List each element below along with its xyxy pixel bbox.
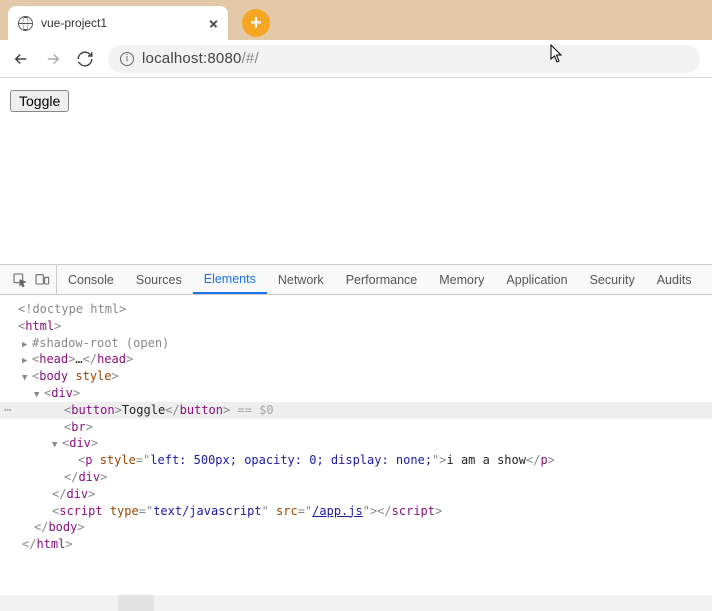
- address-bar[interactable]: i localhost:8080/#/: [108, 45, 700, 73]
- devtools-tab-performance[interactable]: Performance: [335, 265, 429, 294]
- devtools-bottom-strip: [0, 595, 712, 611]
- page-viewport: Toggle: [0, 78, 712, 258]
- forward-button[interactable]: [44, 50, 62, 68]
- browser-tab[interactable]: vue-project1: [8, 6, 228, 40]
- device-toolbar-icon[interactable]: [34, 272, 50, 288]
- dom-body-close[interactable]: </body>: [0, 519, 712, 536]
- dom-br[interactable]: <br>: [0, 419, 712, 436]
- dom-html-open: <html>: [0, 318, 712, 335]
- site-info-icon[interactable]: i: [120, 52, 134, 66]
- globe-icon: [18, 16, 33, 31]
- inspect-element-icon[interactable]: [12, 272, 28, 288]
- close-tab-icon[interactable]: [209, 19, 218, 28]
- devtools-tab-network[interactable]: Network: [267, 265, 335, 294]
- dom-div-close-2[interactable]: </div>: [0, 469, 712, 486]
- dom-div-open-2[interactable]: ▼<div>: [0, 435, 712, 452]
- reload-button[interactable]: [76, 50, 94, 68]
- back-button[interactable]: [12, 50, 30, 68]
- devtools-tabs: ConsoleSourcesElementsNetworkPerformance…: [0, 265, 712, 295]
- devtools-tab-memory[interactable]: Memory: [428, 265, 495, 294]
- devtools-tab-sources[interactable]: Sources: [125, 265, 193, 294]
- dom-selected-button[interactable]: ⋯<button>Toggle</button> == $0: [0, 402, 712, 419]
- dom-script[interactable]: <script type="text/javascript" src="/app…: [0, 503, 712, 520]
- devtools-tab-security[interactable]: Security: [579, 265, 646, 294]
- url-text: localhost:8080/#/: [142, 50, 259, 67]
- dom-gutter-dots: ⋯: [0, 402, 12, 419]
- url-host: localhost:8080: [142, 50, 242, 67]
- dom-div-open-1[interactable]: ▼<div>: [0, 385, 712, 402]
- devtools-bottom-chip: [118, 595, 154, 611]
- dom-head[interactable]: ▶<head>…</head>: [0, 351, 712, 368]
- dom-shadow-root[interactable]: ▶#shadow-root (open): [0, 335, 712, 352]
- devtools-tab-audits[interactable]: Audits: [646, 265, 703, 294]
- toggle-button[interactable]: Toggle: [10, 90, 69, 112]
- devtools-tab-elements[interactable]: Elements: [193, 265, 267, 294]
- dom-doctype: <!doctype html>: [0, 301, 712, 318]
- dom-div-close-1[interactable]: </div>: [0, 486, 712, 503]
- elements-dom-tree[interactable]: <!doctype html> <html> ▶#shadow-root (op…: [0, 295, 712, 559]
- tab-title: vue-project1: [41, 16, 201, 30]
- devtools-panel: ConsoleSourcesElementsNetworkPerformance…: [0, 264, 712, 611]
- dom-body-open[interactable]: ▼<body style>: [0, 368, 712, 385]
- devtools-tab-console[interactable]: Console: [57, 265, 125, 294]
- dom-html-close[interactable]: </html>: [0, 536, 712, 553]
- browser-toolbar: i localhost:8080/#/: [0, 40, 712, 78]
- new-tab-button[interactable]: +: [242, 9, 270, 37]
- dom-p[interactable]: <p style="left: 500px; opacity: 0; displ…: [0, 452, 712, 469]
- browser-tab-strip: vue-project1 +: [0, 0, 712, 40]
- url-path: /#/: [242, 50, 259, 67]
- devtools-tab-application[interactable]: Application: [495, 265, 578, 294]
